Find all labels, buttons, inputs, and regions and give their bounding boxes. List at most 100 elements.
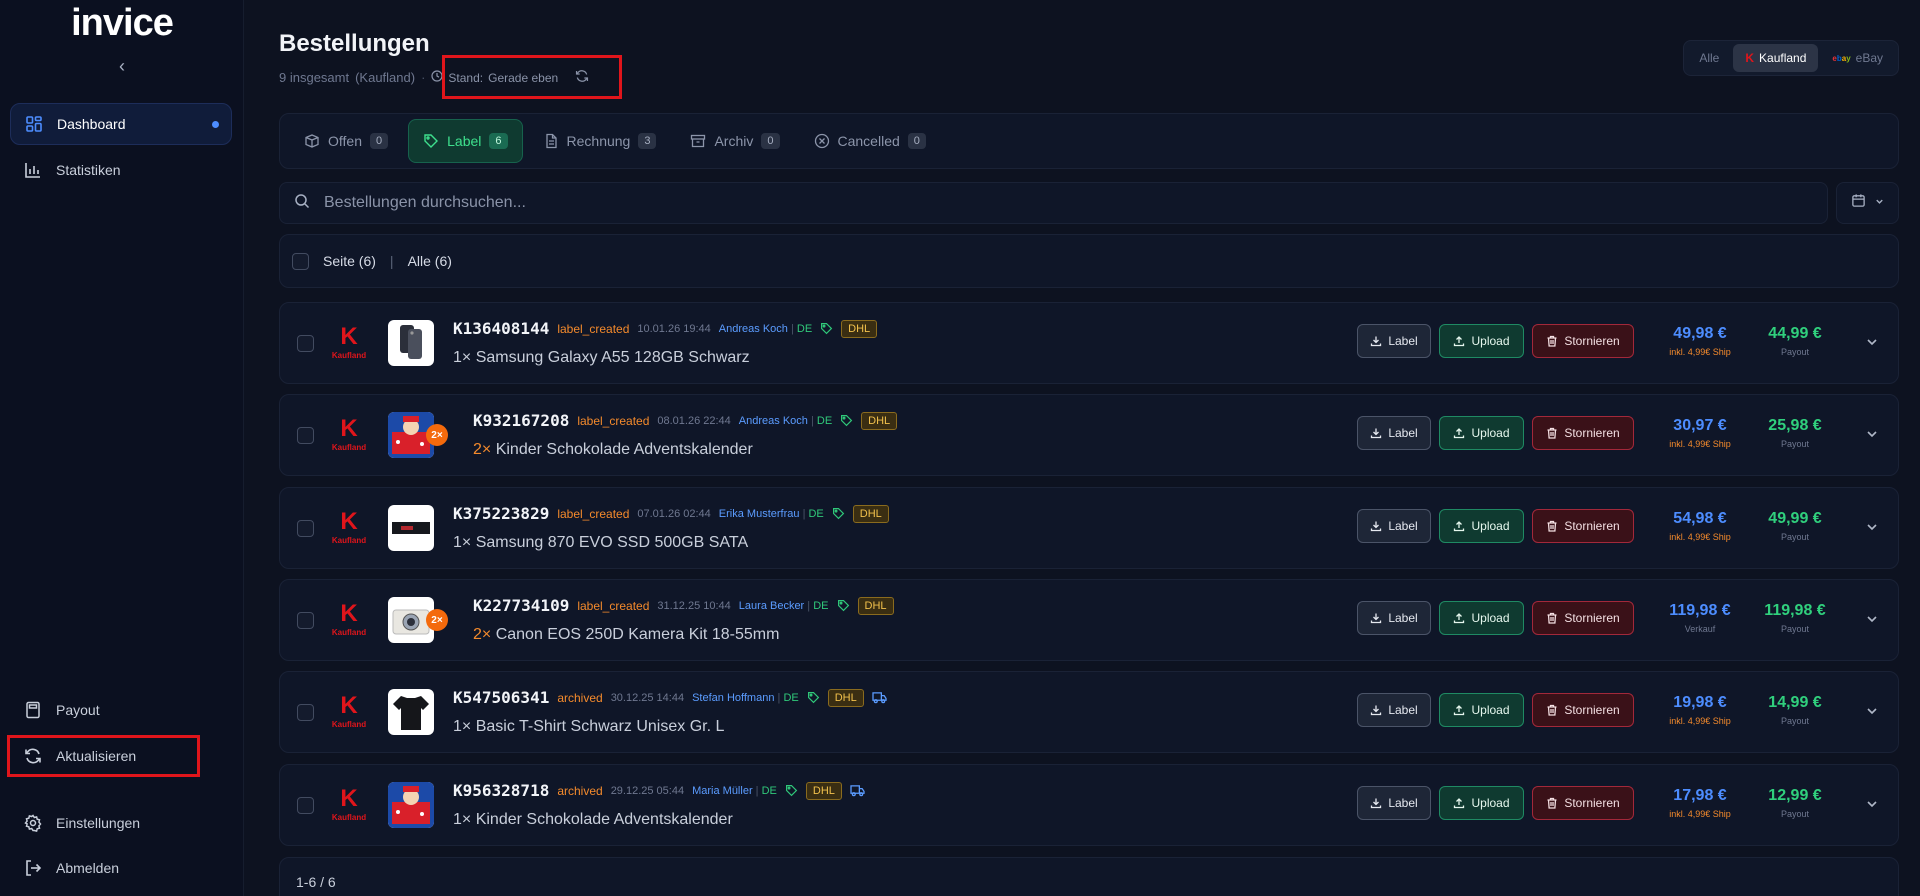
order-row[interactable]: K Kaufland K547506341 archived 30.12.25 14:4… bbox=[279, 671, 1899, 753]
button-label: Stornieren bbox=[1564, 519, 1620, 533]
download-label-button[interactable]: Label bbox=[1357, 324, 1431, 358]
upload-icon bbox=[1453, 520, 1465, 532]
tab-label[interactable]: Label 6 bbox=[408, 119, 523, 163]
sidebar-item-statistiken[interactable]: Statistiken bbox=[10, 149, 232, 191]
chevron-down-icon[interactable] bbox=[1864, 519, 1880, 535]
order-payout: 49,99 € Payout bbox=[1750, 510, 1840, 542]
search-input[interactable] bbox=[324, 194, 1724, 212]
tab-archiv[interactable]: Archiv 0 bbox=[676, 119, 793, 163]
tab-rechnung[interactable]: Rechnung 3 bbox=[529, 119, 671, 163]
cancel-order-button[interactable]: Stornieren bbox=[1532, 324, 1634, 358]
download-label-button[interactable]: Label bbox=[1357, 786, 1431, 820]
collapse-sidebar-icon[interactable]: ‹ bbox=[112, 56, 132, 76]
select-all-button[interactable]: Alle (6) bbox=[408, 253, 452, 269]
download-label-button[interactable]: Label bbox=[1357, 509, 1431, 543]
order-status: archived bbox=[557, 783, 603, 798]
cancel-order-button[interactable]: Stornieren bbox=[1532, 601, 1634, 635]
tag-icon bbox=[807, 691, 820, 704]
customer-name[interactable]: Maria Müller bbox=[692, 785, 753, 797]
date-filter-button[interactable] bbox=[1836, 182, 1899, 224]
payout-value: 49,99 € bbox=[1768, 510, 1822, 527]
chevron-down-icon[interactable] bbox=[1864, 796, 1880, 812]
upload-button[interactable]: Upload bbox=[1439, 693, 1524, 727]
upload-button[interactable]: Upload bbox=[1439, 324, 1524, 358]
customer-name[interactable]: Erika Musterfrau bbox=[719, 508, 800, 520]
sidebar-item-label: Dashboard bbox=[57, 116, 126, 132]
carrier-badge: DHL bbox=[841, 319, 878, 338]
product-title: 2× Canon EOS 250D Kamera Kit 18-55mm bbox=[473, 626, 779, 644]
trash-icon bbox=[1546, 612, 1558, 624]
filter-kaufland[interactable]: K Kaufland bbox=[1733, 44, 1819, 72]
upload-button[interactable]: Upload bbox=[1439, 601, 1524, 635]
order-header: K956328718 archived 29.12.25 05:44 Maria Mü… bbox=[453, 781, 865, 800]
divider: | bbox=[755, 784, 759, 797]
order-date: 31.12.25 10:44 bbox=[657, 599, 731, 612]
tab-count: 0 bbox=[907, 133, 926, 149]
payout-subtext: Payout bbox=[1780, 809, 1810, 819]
highlight-box-aktualisieren bbox=[7, 735, 200, 777]
select-all-checkbox[interactable] bbox=[292, 252, 309, 270]
order-row[interactable]: K Kaufland 2× K227734109 label_created 31.12.… bbox=[279, 579, 1899, 661]
cancel-order-button[interactable]: Stornieren bbox=[1532, 416, 1634, 450]
download-label-button[interactable]: Label bbox=[1357, 601, 1431, 635]
filter-alle[interactable]: Alle bbox=[1687, 44, 1731, 72]
order-id[interactable]: K375223829 bbox=[453, 504, 549, 523]
button-label: Upload bbox=[1471, 334, 1510, 348]
order-checkbox[interactable] bbox=[297, 797, 314, 814]
product-thumbnail bbox=[388, 320, 434, 366]
sidebar-item-einstellungen[interactable]: Einstellungen bbox=[10, 802, 232, 844]
upload-button[interactable]: Upload bbox=[1439, 416, 1524, 450]
download-label-button[interactable]: Label bbox=[1357, 693, 1431, 727]
product-name: Kinder Schokolade Adventskalender bbox=[495, 441, 753, 458]
chevron-down-icon[interactable] bbox=[1864, 611, 1880, 627]
button-label: Label bbox=[1388, 519, 1418, 533]
tab-offen[interactable]: Offen 0 bbox=[290, 119, 402, 163]
order-id[interactable]: K136408144 bbox=[453, 319, 549, 338]
chevron-down-icon[interactable] bbox=[1864, 703, 1880, 719]
order-row[interactable]: K Kaufland 2× K932167208 label_created 08.01.… bbox=[279, 394, 1899, 476]
sidebar-item-abmelden[interactable]: Abmelden bbox=[10, 847, 232, 889]
upload-icon bbox=[1453, 797, 1465, 809]
filter-ebay[interactable]: ebay eBay bbox=[1820, 44, 1895, 72]
cancel-order-button[interactable]: Stornieren bbox=[1532, 693, 1634, 727]
download-label-button[interactable]: Label bbox=[1357, 416, 1431, 450]
payout-subtext: Payout bbox=[1780, 716, 1810, 726]
tag-icon bbox=[820, 322, 833, 335]
customer-name[interactable]: Andreas Koch bbox=[719, 323, 788, 335]
order-id[interactable]: K932167208 bbox=[473, 411, 569, 430]
order-checkbox[interactable] bbox=[297, 335, 314, 352]
tag-icon bbox=[832, 507, 845, 520]
order-id[interactable]: K547506341 bbox=[453, 688, 549, 707]
customer-name[interactable]: Stefan Hoffmann bbox=[692, 692, 774, 704]
calendar-icon bbox=[1851, 193, 1866, 213]
order-row[interactable]: K Kaufland K375223829 label_created 07.01.26… bbox=[279, 487, 1899, 569]
order-id[interactable]: K956328718 bbox=[453, 781, 549, 800]
cancel-order-button[interactable]: Stornieren bbox=[1532, 786, 1634, 820]
chevron-down-icon[interactable] bbox=[1864, 426, 1880, 442]
tab-cancelled[interactable]: Cancelled 0 bbox=[800, 119, 940, 163]
app-logo: invice bbox=[71, 2, 174, 44]
order-row[interactable]: K Kaufland K956328718 archived 29.12.25 05:4… bbox=[279, 764, 1899, 846]
price-value: 119,98 € bbox=[1669, 602, 1731, 619]
button-label: Label bbox=[1388, 703, 1418, 717]
order-row[interactable]: K Kaufland K136408144 label_created 10.01.26… bbox=[279, 302, 1899, 384]
cancel-order-button[interactable]: Stornieren bbox=[1532, 509, 1634, 543]
customer-name[interactable]: Andreas Koch bbox=[739, 415, 808, 427]
quantity-badge: 2× bbox=[426, 424, 448, 446]
sidebar-item-payout[interactable]: Payout bbox=[10, 689, 232, 731]
sidebar-item-dashboard[interactable]: Dashboard bbox=[10, 103, 232, 145]
order-checkbox[interactable] bbox=[297, 520, 314, 537]
upload-button[interactable]: Upload bbox=[1439, 786, 1524, 820]
pagination-text: 1-6 / 6 bbox=[296, 874, 336, 890]
divider: | bbox=[807, 599, 811, 612]
product-quantity: 1× bbox=[453, 811, 472, 828]
order-checkbox[interactable] bbox=[297, 612, 314, 629]
country-code: DE bbox=[816, 414, 833, 427]
select-page-button[interactable]: Seite (6) bbox=[323, 253, 376, 269]
order-checkbox[interactable] bbox=[297, 427, 314, 444]
chevron-down-icon[interactable] bbox=[1864, 334, 1880, 350]
customer-name[interactable]: Laura Becker bbox=[739, 600, 804, 612]
order-id[interactable]: K227734109 bbox=[473, 596, 569, 615]
order-checkbox[interactable] bbox=[297, 704, 314, 721]
upload-button[interactable]: Upload bbox=[1439, 509, 1524, 543]
